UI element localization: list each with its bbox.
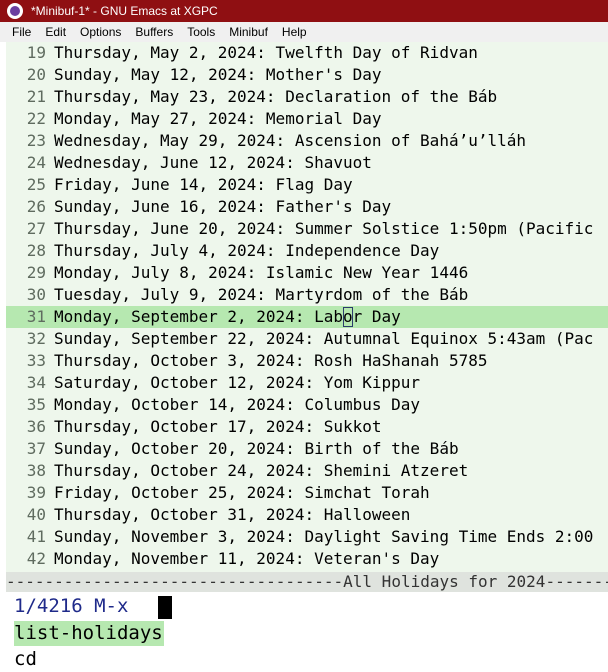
buffer-line[interactable]: 33 Thursday, October 3, 2024: Rosh HaShan… <box>6 350 608 372</box>
menu-tools[interactable]: Tools <box>180 25 222 39</box>
line-number: 26 <box>26 197 46 216</box>
minibuffer[interactable]: 1/4216 M-x list-holidays cd <box>6 592 608 671</box>
buffer-line[interactable]: 28 Thursday, July 4, 2024: Independence D… <box>6 240 608 262</box>
point-cursor <box>343 307 353 327</box>
line-text: Thursday, July 4, 2024: Independence Day <box>54 241 440 260</box>
buffer-line[interactable]: 32 Sunday, September 22, 2024: Autumnal E… <box>6 328 608 350</box>
line-number: 31 <box>26 307 46 326</box>
line-number: 36 <box>26 417 46 436</box>
line-text: Monday, October 14, 2024: Columbus Day <box>54 395 421 414</box>
minibuffer-prompt: 1/4216 M-x <box>14 595 129 617</box>
line-text: Sunday, May 12, 2024: Mother's Day <box>54 65 382 84</box>
line-text: Friday, October 25, 2024: Simchat Torah <box>54 483 430 502</box>
line-number: 42 <box>26 549 46 568</box>
buffer-line[interactable]: 25 Friday, June 14, 2024: Flag Day <box>6 174 608 196</box>
line-text: Thursday, October 31, 2024: Halloween <box>54 505 411 524</box>
line-text: Monday, November 11, 2024: Veteran's Day <box>54 549 440 568</box>
line-text: Sunday, September 22, 2024: Autumnal Equ… <box>54 329 594 348</box>
buffer-line[interactable]: 40 Thursday, October 31, 2024: Halloween <box>6 504 608 526</box>
menu-edit[interactable]: Edit <box>38 25 73 39</box>
emacs-app-icon <box>7 3 23 19</box>
line-text: Sunday, November 3, 2024: Daylight Savin… <box>54 527 594 546</box>
line-text: Saturday, October 12, 2024: Yom Kippur <box>54 373 421 392</box>
line-text: Sunday, October 20, 2024: Birth of the B… <box>54 439 459 458</box>
title-bar: *Minibuf-1* - GNU Emacs at XGPC <box>0 0 608 22</box>
line-number: 28 <box>26 241 46 260</box>
buffer-line[interactable]: 42 Monday, November 11, 2024: Veteran's D… <box>6 548 608 570</box>
line-number: 27 <box>26 219 46 238</box>
line-number: 25 <box>26 175 46 194</box>
line-text: Monday, July 8, 2024: Islamic New Year 1… <box>54 263 469 282</box>
menu-buffers[interactable]: Buffers <box>128 25 180 39</box>
buffer-line[interactable]: 30 Tuesday, July 9, 2024: Martyrdom of th… <box>6 284 608 306</box>
completion-candidate-selected[interactable]: list-holidays <box>14 621 164 646</box>
menu-bar: File Edit Options Buffers Tools Minibuf … <box>0 22 608 42</box>
menu-minibuf[interactable]: Minibuf <box>222 25 275 39</box>
window-title: *Minibuf-1* - GNU Emacs at XGPC <box>31 4 218 18</box>
line-number: 35 <box>26 395 46 414</box>
menu-options[interactable]: Options <box>73 25 128 39</box>
line-number: 29 <box>26 263 46 282</box>
buffer-line[interactable]: 24 Wednesday, June 12, 2024: Shavuot <box>6 152 608 174</box>
line-number: 34 <box>26 373 46 392</box>
line-text: Monday, May 27, 2024: Memorial Day <box>54 109 382 128</box>
line-text: Tuesday, July 9, 2024: Martyrdom of the … <box>54 285 469 304</box>
buffer-line[interactable]: 34 Saturday, October 12, 2024: Yom Kippur <box>6 372 608 394</box>
line-number: 19 <box>26 43 46 62</box>
menu-file[interactable]: File <box>0 25 38 39</box>
buffer-line[interactable]: 23 Wednesday, May 29, 2024: Ascension of … <box>6 130 608 152</box>
line-text: Thursday, October 3, 2024: Rosh HaShanah… <box>54 351 488 370</box>
completion-candidate[interactable]: cd <box>14 647 37 672</box>
buffer-line[interactable]: 35 Monday, October 14, 2024: Columbus Day <box>6 394 608 416</box>
line-number: 24 <box>26 153 46 172</box>
buffer-line[interactable]: 36 Thursday, October 17, 2024: Sukkot <box>6 416 608 438</box>
line-text: Wednesday, May 29, 2024: Ascension of Ba… <box>54 131 527 150</box>
line-number: 38 <box>26 461 46 480</box>
line-text: Thursday, October 17, 2024: Sukkot <box>54 417 382 436</box>
buffer-line[interactable]: 29 Monday, July 8, 2024: Islamic New Year… <box>6 262 608 284</box>
line-text: Thursday, October 24, 2024: Shemini Atze… <box>54 461 469 480</box>
line-text: Wednesday, June 12, 2024: Shavuot <box>54 153 372 172</box>
menu-help[interactable]: Help <box>275 25 314 39</box>
line-text: Thursday, June 20, 2024: Summer Solstice… <box>54 219 594 238</box>
buffer-line[interactable]: 27 Thursday, June 20, 2024: Summer Solsti… <box>6 218 608 240</box>
buffer-line[interactable]: 37 Sunday, October 20, 2024: Birth of the… <box>6 438 608 460</box>
buffer-line[interactable]: 19 Thursday, May 2, 2024: Twelfth Day of … <box>6 42 608 64</box>
line-number: 23 <box>26 131 46 150</box>
holidays-buffer[interactable]: 19 Thursday, May 2, 2024: Twelfth Day of … <box>6 42 608 572</box>
line-number: 33 <box>26 351 46 370</box>
line-number: 22 <box>26 109 46 128</box>
line-number: 41 <box>26 527 46 546</box>
buffer-line[interactable]: 41 Sunday, November 3, 2024: Daylight Sav… <box>6 526 608 548</box>
buffer-line-current[interactable]: 31 Monday, September 2, 2024: Labor Day <box>6 306 608 328</box>
line-number: 21 <box>26 87 46 106</box>
buffer-line[interactable]: 39 Friday, October 25, 2024: Simchat Tora… <box>6 482 608 504</box>
buffer-line[interactable]: 26 Sunday, June 16, 2024: Father's Day <box>6 196 608 218</box>
buffer-line[interactable]: 20 Sunday, May 12, 2024: Mother's Day <box>6 64 608 86</box>
line-number: 39 <box>26 483 46 502</box>
line-number: 30 <box>26 285 46 304</box>
mode-line: -----------------------------------All H… <box>6 572 608 592</box>
buffer-line[interactable]: 21 Thursday, May 23, 2024: Declaration of… <box>6 86 608 108</box>
line-number: 37 <box>26 439 46 458</box>
line-text: Sunday, June 16, 2024: Father's Day <box>54 197 392 216</box>
minibuffer-cursor <box>158 596 172 619</box>
line-text: Thursday, May 23, 2024: Declaration of t… <box>54 87 498 106</box>
line-text: Friday, June 14, 2024: Flag Day <box>54 175 353 194</box>
line-text: Thursday, May 2, 2024: Twelfth Day of Ri… <box>54 43 478 62</box>
buffer-line[interactable]: 38 Thursday, October 24, 2024: Shemini At… <box>6 460 608 482</box>
line-number: 32 <box>26 329 46 348</box>
line-number: 20 <box>26 65 46 84</box>
line-number: 40 <box>26 505 46 524</box>
buffer-line[interactable]: 22 Monday, May 27, 2024: Memorial Day <box>6 108 608 130</box>
